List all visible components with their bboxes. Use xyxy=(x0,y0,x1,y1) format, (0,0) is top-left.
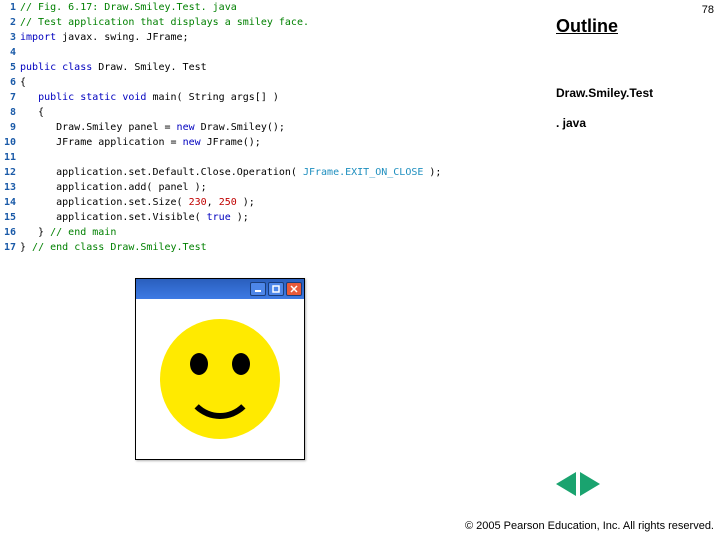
code-line: 6{ xyxy=(0,75,555,90)
line-number: 17 xyxy=(0,240,20,255)
code-line: 7 public static void main( String args[]… xyxy=(0,90,555,105)
code-line: 10 JFrame application = new JFrame(); xyxy=(0,135,555,150)
code-text: public static void main( String args[] ) xyxy=(20,90,279,105)
smiley-face xyxy=(160,319,280,439)
code-listing: 1// Fig. 6.17: Draw.Smiley.Test. java2//… xyxy=(0,0,555,255)
code-line: 9 Draw.Smiley panel = new Draw.Smiley(); xyxy=(0,120,555,135)
smiley-canvas xyxy=(136,299,304,459)
code-line: 12 application.set.Default.Close.Operati… xyxy=(0,165,555,180)
code-line: 13 application.add( panel ); xyxy=(0,180,555,195)
code-line: 17} // end class Draw.Smiley.Test xyxy=(0,240,555,255)
line-number: 5 xyxy=(0,60,20,75)
code-line: 2// Test application that displays a smi… xyxy=(0,15,555,30)
line-number: 4 xyxy=(0,45,20,60)
line-number: 7 xyxy=(0,90,20,105)
code-text: application.set.Default.Close.Operation(… xyxy=(20,165,441,180)
code-line: 16 } // end main xyxy=(0,225,555,240)
maximize-icon xyxy=(268,282,284,296)
minimize-icon xyxy=(250,282,266,296)
line-number: 1 xyxy=(0,0,20,15)
line-number: 3 xyxy=(0,30,20,45)
mouth xyxy=(184,375,256,419)
next-slide-button[interactable] xyxy=(580,472,600,496)
line-number: 14 xyxy=(0,195,20,210)
code-line: 15 application.set.Visible( true ); xyxy=(0,210,555,225)
slide-nav xyxy=(556,472,600,496)
code-text: Draw.Smiley panel = new Draw.Smiley(); xyxy=(20,120,285,135)
smiley-window xyxy=(135,278,305,460)
outline-heading: Outline xyxy=(556,16,618,37)
code-text: import javax. swing. JFrame; xyxy=(20,30,189,45)
line-number: 15 xyxy=(0,210,20,225)
code-text: JFrame application = new JFrame(); xyxy=(20,135,261,150)
code-line: 5public class Draw. Smiley. Test xyxy=(0,60,555,75)
code-text: } // end class Draw.Smiley.Test xyxy=(20,240,207,255)
eye-right xyxy=(232,353,250,375)
code-line: 3import javax. swing. JFrame; xyxy=(0,30,555,45)
line-number: 12 xyxy=(0,165,20,180)
line-number: 16 xyxy=(0,225,20,240)
close-icon xyxy=(286,282,302,296)
page-number: 78 xyxy=(702,4,714,16)
code-text: // Test application that displays a smil… xyxy=(20,15,309,30)
class-name-label: Draw.Smiley.Test xyxy=(556,86,653,100)
code-text: application.set.Size( 230, 250 ); xyxy=(20,195,255,210)
line-number: 13 xyxy=(0,180,20,195)
eye-left xyxy=(190,353,208,375)
code-line: 14 application.set.Size( 230, 250 ); xyxy=(0,195,555,210)
line-number: 9 xyxy=(0,120,20,135)
file-ext-label: . java xyxy=(556,116,586,130)
code-line: 8 { xyxy=(0,105,555,120)
line-number: 11 xyxy=(0,150,20,165)
code-line: 4 xyxy=(0,45,555,60)
code-text: } // end main xyxy=(20,225,116,240)
line-number: 2 xyxy=(0,15,20,30)
prev-slide-button[interactable] xyxy=(556,472,576,496)
titlebar xyxy=(136,279,304,299)
copyright: © 2005 Pearson Education, Inc. All right… xyxy=(465,520,714,532)
code-line: 11 xyxy=(0,150,555,165)
code-text: { xyxy=(20,75,26,90)
code-text: { xyxy=(20,105,44,120)
line-number: 6 xyxy=(0,75,20,90)
code-text: // Fig. 6.17: Draw.Smiley.Test. java xyxy=(20,0,237,15)
code-text: public class Draw. Smiley. Test xyxy=(20,60,207,75)
code-text: application.add( panel ); xyxy=(20,180,207,195)
line-number: 10 xyxy=(0,135,20,150)
code-text: application.set.Visible( true ); xyxy=(20,210,249,225)
line-number: 8 xyxy=(0,105,20,120)
code-line: 1// Fig. 6.17: Draw.Smiley.Test. java xyxy=(0,0,555,15)
